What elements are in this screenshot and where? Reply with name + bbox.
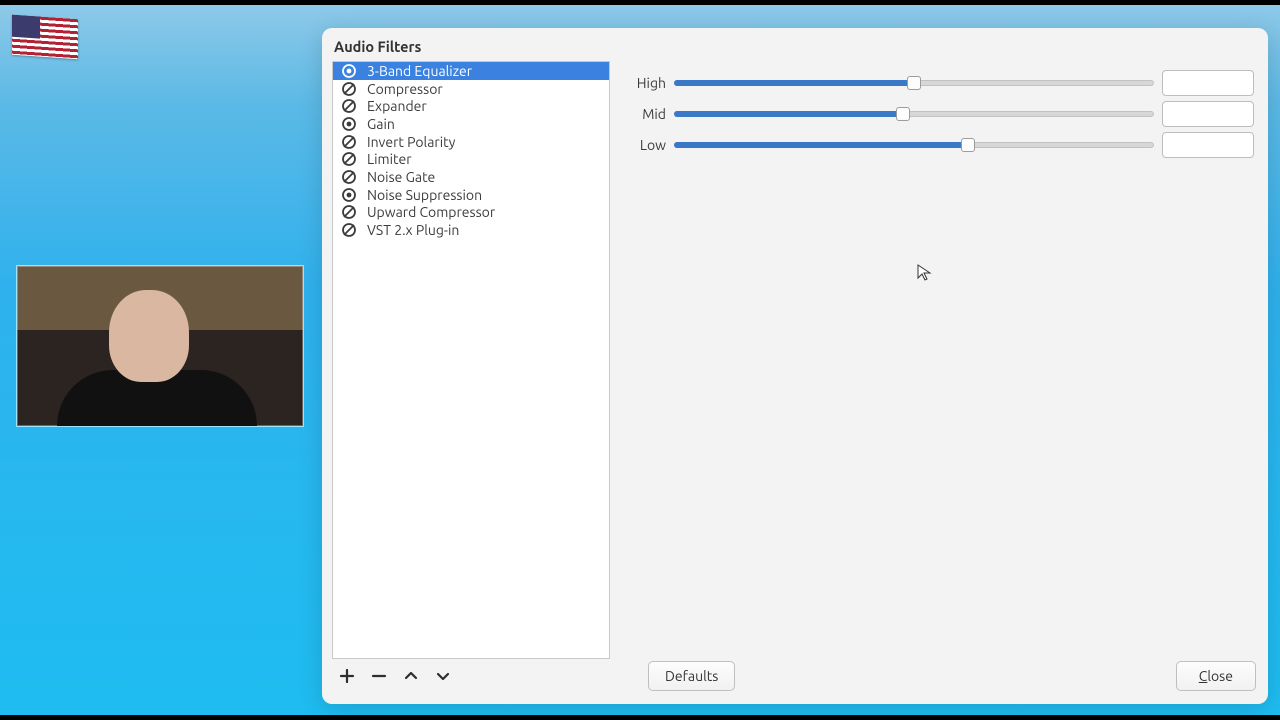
filter-item-label: 3-Band Equalizer <box>367 63 472 79</box>
eq-band-value-input[interactable] <box>1163 71 1254 95</box>
move-filter-down-button[interactable] <box>432 665 454 687</box>
filter-item-label: Compressor <box>367 81 443 97</box>
visibility-off-icon[interactable] <box>341 81 357 97</box>
visibility-off-icon[interactable] <box>341 222 357 238</box>
eq-band-spinbox[interactable] <box>1162 101 1254 127</box>
filter-list[interactable]: 3-Band Equalizer CompressorExpander Gain In… <box>332 61 610 659</box>
eq-band-slider[interactable] <box>674 75 1154 91</box>
filter-item[interactable]: Gain <box>333 115 609 133</box>
filter-item[interactable]: Limiter <box>333 150 609 168</box>
eq-band-label: Low <box>622 137 666 153</box>
visibility-off-icon[interactable] <box>341 98 357 114</box>
move-filter-up-button[interactable] <box>400 665 422 687</box>
filter-item[interactable]: Expander <box>333 97 609 115</box>
eq-band-spinbox[interactable] <box>1162 132 1254 158</box>
eq-band-value-input[interactable] <box>1163 102 1254 126</box>
visibility-on-icon[interactable] <box>341 187 357 203</box>
filter-item[interactable]: Compressor <box>333 80 609 98</box>
visibility-off-icon[interactable] <box>341 204 357 220</box>
filter-item-label: Expander <box>367 98 427 114</box>
eq-band-slider[interactable] <box>674 137 1154 153</box>
close-button[interactable]: Close <box>1176 661 1256 691</box>
filter-item-label: VST 2.x Plug-in <box>367 222 459 238</box>
filter-item-label: Noise Suppression <box>367 187 482 203</box>
eq-band-row: High <box>622 67 1254 98</box>
filter-item-label: Invert Polarity <box>367 134 455 150</box>
flag-overlay <box>12 15 78 60</box>
visibility-off-icon[interactable] <box>341 151 357 167</box>
filter-item[interactable]: VST 2.x Plug-in <box>333 221 609 239</box>
remove-filter-button[interactable] <box>368 665 390 687</box>
filter-item[interactable]: Noise Gate <box>333 168 609 186</box>
eq-band-row: Low <box>622 129 1254 160</box>
close-button-label: Close <box>1199 668 1233 684</box>
dialog-title: Audio Filters <box>322 28 1268 61</box>
visibility-on-icon[interactable] <box>341 116 357 132</box>
filter-item-label: Limiter <box>367 151 412 167</box>
filter-item[interactable]: 3-Band Equalizer <box>333 62 609 80</box>
visibility-off-icon[interactable] <box>341 169 357 185</box>
eq-band-slider[interactable] <box>674 106 1154 122</box>
filter-item[interactable]: Noise Suppression <box>333 186 609 204</box>
filter-item-label: Upward Compressor <box>367 204 495 220</box>
webcam-feed <box>16 265 304 427</box>
eq-band-spinbox[interactable] <box>1162 70 1254 96</box>
visibility-off-icon[interactable] <box>341 134 357 150</box>
add-filter-button[interactable] <box>336 665 358 687</box>
desktop: Audio Filters 3-Band Equalizer Compressor… <box>0 5 1280 715</box>
equalizer-controls: High Mid Low <box>620 61 1260 654</box>
eq-band-row: Mid <box>622 98 1254 129</box>
filter-item[interactable]: Invert Polarity <box>333 133 609 151</box>
visibility-on-icon[interactable] <box>341 63 357 79</box>
filter-item-label: Gain <box>367 116 395 132</box>
eq-band-value-input[interactable] <box>1163 133 1254 157</box>
audio-filters-dialog: Audio Filters 3-Band Equalizer Compressor… <box>322 28 1268 704</box>
defaults-button[interactable]: Defaults <box>648 661 735 691</box>
filter-item-label: Noise Gate <box>367 169 435 185</box>
eq-band-label: Mid <box>622 106 666 122</box>
eq-band-label: High <box>622 75 666 91</box>
filter-item[interactable]: Upward Compressor <box>333 204 609 222</box>
defaults-button-label: Defaults <box>665 668 718 684</box>
